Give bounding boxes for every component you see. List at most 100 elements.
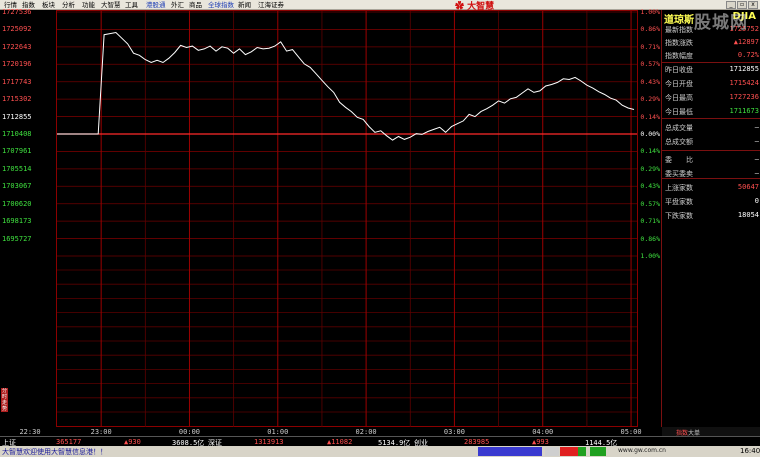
clock: 16:40 xyxy=(740,447,760,455)
quote-label: 指数涨跌 xyxy=(665,39,693,47)
percent-tick-label: 0.71% xyxy=(640,42,660,51)
quote-label: 今日最高 xyxy=(665,94,693,102)
percent-tick-label: 0.00% xyxy=(640,130,660,138)
price-tick-label: 1707961 xyxy=(2,147,32,156)
panel-divider xyxy=(662,178,760,179)
quote-value: — xyxy=(754,123,759,131)
quote-row: 今日最高 1727236 xyxy=(662,91,760,104)
quote-label: 平盘家数 xyxy=(665,198,693,206)
quote-row: 指数涨跌 ▲12897 xyxy=(662,36,760,49)
market-status-bar: 上证 365177 ▲930 3608.5亿 深证 1313913 ▲11082… xyxy=(0,436,760,447)
quote-row: 昨日收盘 1712855 xyxy=(662,63,760,76)
price-tick-label: 1698173 xyxy=(2,217,32,226)
time-tick-label: 22:30 xyxy=(19,428,41,436)
price-tick-label: 1705514 xyxy=(2,164,32,173)
quote-label: 下跌家数 xyxy=(665,212,693,220)
quote-label: 今日开盘 xyxy=(665,80,693,88)
price-tick-label: 1722643 xyxy=(2,42,32,51)
panel-divider xyxy=(662,62,760,63)
price-tick-label: 1725092 xyxy=(2,25,32,34)
quote-value: 0 xyxy=(754,197,759,205)
quote-row: 下跌家数 18054 xyxy=(662,209,760,222)
ticker-message[interactable]: 大智慧欢迎使用大智慧信息港！！ xyxy=(2,447,107,457)
percent-tick-label: 0.86% xyxy=(640,25,660,34)
time-tick-label: 03:00 xyxy=(443,428,465,436)
chart-series xyxy=(57,31,635,141)
quote-label: 总成交量 xyxy=(665,124,693,132)
close-icon[interactable]: x xyxy=(748,1,758,9)
percent-tick-label: 1.00% xyxy=(640,8,660,16)
price-tick-label: 1717743 xyxy=(2,77,32,86)
intraday-chart[interactable] xyxy=(0,0,661,436)
percent-tick-label: 0.29% xyxy=(640,164,660,173)
quote-row: 委 比 — xyxy=(662,153,760,166)
tab-intraday[interactable]: 分时走势 xyxy=(1,388,8,412)
quote-value: 1712855 xyxy=(729,65,759,73)
progress-segment xyxy=(545,447,559,456)
quote-label: 指数幅度 xyxy=(665,52,693,60)
progress-segment xyxy=(590,447,606,456)
quote-value: 18054 xyxy=(737,211,759,219)
chart-frame xyxy=(56,10,638,427)
quote-value: 50647 xyxy=(737,183,759,191)
chart-grid xyxy=(56,10,638,427)
status-cy-change: ▲993 xyxy=(532,438,549,446)
quote-value: — xyxy=(754,169,759,177)
time-tick-label: 05:00 xyxy=(620,428,642,436)
price-tick-label: 1695727 xyxy=(2,234,32,243)
percent-tick-label: 0.71% xyxy=(640,217,660,226)
quote-panel: 道琼斯 DJIA 最新指数 1725752 指数涨跌 ▲12897 指数幅度 0.72% 昨… xyxy=(661,10,760,437)
quote-row: 今日开盘 1715424 xyxy=(662,77,760,90)
panel-divider xyxy=(662,150,760,151)
progress-segment xyxy=(578,447,586,456)
percent-tick-label: 0.57% xyxy=(640,60,660,69)
status-sz-change: ▲11082 xyxy=(327,438,353,446)
quote-value: — xyxy=(754,155,759,163)
percent-tick-label: 0.86% xyxy=(640,234,660,243)
status-sh-change: ▲930 xyxy=(124,438,141,446)
quote-row: 总成交额 — xyxy=(662,135,760,148)
price-tick-label: 1712855 xyxy=(2,112,32,121)
info-status-bar: 大智慧欢迎使用大智慧信息港！！ www.gw.com.cn 16:40 xyxy=(0,446,760,457)
quote-value: 1715424 xyxy=(729,79,759,87)
watermark: 股城网 xyxy=(694,13,748,33)
quote-label: 今日最低 xyxy=(665,108,693,116)
quote-row: 上涨家数 50647 xyxy=(662,181,760,194)
percent-tick-label: 1.00% xyxy=(640,252,660,260)
quote-row: 指数幅度 0.72% xyxy=(662,49,760,62)
price-tick-label: 1727536 xyxy=(2,8,32,16)
status-cy-value: 283985 xyxy=(464,438,490,446)
status-sz-value: 1313913 xyxy=(254,438,284,446)
quote-label: 最新指数 xyxy=(665,26,693,34)
quote-row: 总成交量 — xyxy=(662,121,760,134)
quote-value: 1727236 xyxy=(729,93,759,101)
site-url: www.gw.com.cn xyxy=(618,447,666,454)
quote-label: 总成交额 xyxy=(665,138,693,146)
progress-segment xyxy=(560,447,578,456)
percent-tick-label: 0.43% xyxy=(640,77,660,86)
quote-label: 上涨家数 xyxy=(665,184,693,192)
quote-row: 平盘家数 0 xyxy=(662,195,760,208)
quote-value: — xyxy=(754,137,759,145)
percent-tick-label: 0.14% xyxy=(640,147,660,156)
time-tick-label: 00:00 xyxy=(178,428,201,436)
price-tick-label: 1710408 xyxy=(2,130,32,138)
progress-segment xyxy=(478,447,542,456)
price-tick-label: 1715302 xyxy=(2,95,32,104)
percent-tick-label: 0.14% xyxy=(640,112,660,121)
status-sh-value: 365177 xyxy=(56,438,82,446)
price-tick-label: 1720196 xyxy=(2,60,32,69)
quote-label: 昨日收盘 xyxy=(665,66,693,74)
percent-tick-label: 0.29% xyxy=(640,95,660,104)
time-tick-label: 04:00 xyxy=(532,428,554,436)
price-line xyxy=(57,31,635,141)
quote-value: 1711673 xyxy=(729,107,759,115)
time-tick-label: 02:00 xyxy=(355,428,377,436)
price-tick-label: 1703067 xyxy=(2,182,32,191)
quote-row: 今日最低 1711673 xyxy=(662,105,760,118)
price-tick-label: 1700620 xyxy=(2,199,32,208)
quote-value: 0.72% xyxy=(737,51,759,59)
time-tick-label: 23:00 xyxy=(90,428,112,436)
percent-tick-label: 0.43% xyxy=(640,182,660,191)
quote-label: 委 比 xyxy=(665,156,693,164)
